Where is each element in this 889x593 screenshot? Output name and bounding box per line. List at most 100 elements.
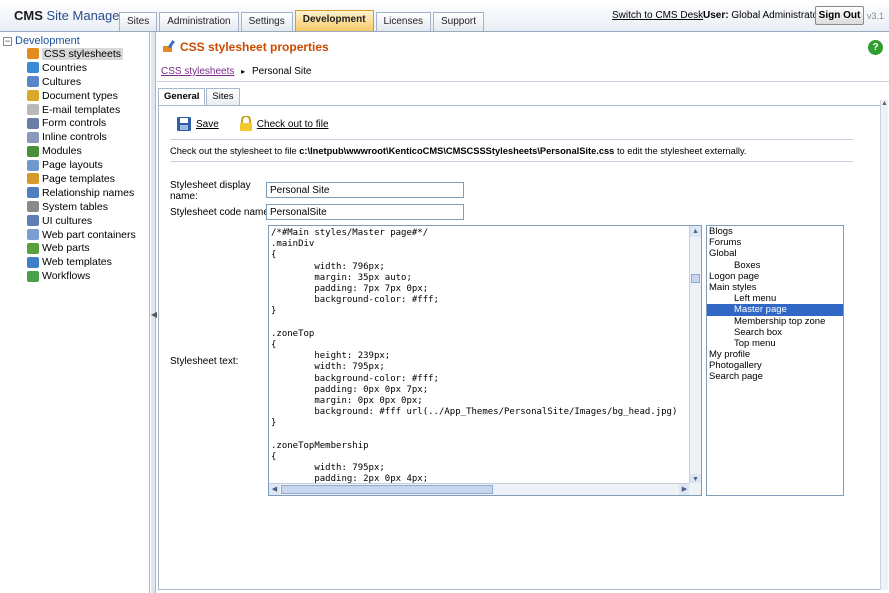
css-stylesheets-icon — [27, 48, 39, 60]
save-icon[interactable] — [176, 116, 192, 132]
tree-item-workflows[interactable]: Workflows — [27, 269, 136, 283]
tree-item-label: Inline controls — [42, 131, 107, 144]
tab-support[interactable]: Support — [433, 12, 485, 31]
top-bar: CMS Site Manager Sites Administration Sett… — [0, 0, 889, 32]
breadcrumb-css-stylesheets[interactable]: CSS stylesheets — [161, 66, 234, 77]
stylesheet-code: /*#Main styles/Master page#*/ .mainDiv {… — [271, 228, 678, 485]
ui-cultures-icon — [27, 215, 39, 227]
tab-administration[interactable]: Administration — [159, 12, 239, 31]
section-item[interactable]: Master page — [707, 304, 843, 316]
tree-item-label: Web parts — [42, 242, 90, 255]
check-out-button[interactable]: Check out to file — [257, 119, 329, 130]
code-name-label: Stylesheet code name: — [170, 207, 272, 218]
panel-splitter[interactable]: ◀ — [151, 32, 157, 593]
lock-icon[interactable] — [239, 116, 253, 132]
tree-item-label: Workflows — [42, 270, 91, 283]
section-item[interactable]: Top menu — [707, 338, 843, 349]
tree-item-inline-controls[interactable]: Inline controls — [27, 130, 136, 144]
collapse-icon[interactable]: − — [3, 36, 12, 46]
user-info: User: Global Administrator — [703, 10, 822, 21]
page-vertical-scrollbar[interactable]: ▲ — [880, 100, 888, 590]
switch-to-desk-link[interactable]: Switch to CMS Desk — [612, 10, 703, 21]
stylesheet-text-editor[interactable]: /*#Main styles/Master page#*/ .mainDiv {… — [268, 225, 702, 496]
tree-item-label: Document types — [42, 89, 118, 102]
editor-vertical-scrollbar[interactable]: ▲ ▼ — [689, 226, 701, 485]
tab-general[interactable]: General — [158, 88, 206, 106]
display-name-input[interactable] — [266, 182, 464, 198]
scroll-left-icon[interactable]: ◀ — [269, 484, 280, 495]
e-mail-templates-icon — [27, 104, 39, 115]
editor-horizontal-scrollbar[interactable]: ◀ ▶ — [269, 483, 690, 495]
tree-root-development[interactable]: − Development — [3, 35, 80, 47]
workflows-icon — [27, 270, 39, 282]
system-tables-icon — [27, 201, 39, 213]
page-header: CSS stylesheet properties ? — [157, 32, 889, 59]
tree-item-label: E-mail templates — [42, 103, 121, 116]
section-item[interactable]: Global — [707, 248, 843, 259]
breadcrumb-divider — [157, 81, 889, 82]
info-divider — [170, 161, 853, 162]
development-tree: − Development CSS stylesheets Countries Cul… — [0, 32, 150, 593]
main-content: CSS stylesheet properties ? CSS styleshe… — [157, 32, 889, 593]
tree-item-cultures[interactable]: Cultures — [27, 75, 136, 89]
section-item[interactable]: Main styles — [707, 282, 843, 293]
scroll-thumb[interactable] — [691, 274, 700, 283]
section-item[interactable]: Membership top zone — [707, 316, 843, 327]
help-icon[interactable]: ? — [868, 40, 883, 55]
tree-item-countries[interactable]: Countries — [27, 61, 136, 75]
tree-item-page-templates[interactable]: Page templates — [27, 172, 136, 186]
tree-item-web-part-containers[interactable]: Web part containers — [27, 228, 136, 242]
scroll-up-icon[interactable]: ▲ — [690, 226, 701, 237]
cultures-icon — [27, 76, 39, 88]
tree-item-label: Page templates — [42, 172, 115, 185]
tree-item-css-stylesheets[interactable]: CSS stylesheets — [27, 47, 136, 61]
page-scroll-up-icon[interactable]: ▲ — [881, 100, 888, 107]
tree-item-web-parts[interactable]: Web parts — [27, 241, 136, 255]
tab-licenses[interactable]: Licenses — [375, 12, 431, 31]
section-item[interactable]: Search page — [707, 371, 843, 382]
section-item[interactable]: Photogallery — [707, 360, 843, 371]
breadcrumb-separator: ▸ — [241, 67, 246, 76]
tree-item-form-controls[interactable]: Form controls — [27, 116, 136, 130]
breadcrumb-current: Personal Site — [251, 66, 312, 77]
tree-item-ui-cultures[interactable]: UI cultures — [27, 214, 136, 228]
section-item[interactable]: Search box — [707, 327, 843, 338]
tree-item-page-layouts[interactable]: Page layouts — [27, 158, 136, 172]
relationship-names-icon — [27, 187, 39, 199]
checkout-info: Check out the stylesheet to file c:\Inet… — [170, 146, 747, 156]
general-panel: Save Check out to file Check out the sty… — [158, 105, 885, 590]
tab-settings[interactable]: Settings — [240, 12, 293, 31]
sign-out-button[interactable]: Sign Out — [815, 6, 864, 25]
tree-item-web-templates[interactable]: Web templates — [27, 255, 136, 269]
tree-item-label: Page layouts — [42, 159, 103, 172]
sub-tabs: General Sites — [158, 88, 241, 106]
tree-item-document-types[interactable]: Document types — [27, 89, 136, 103]
h-scroll-thumb[interactable] — [281, 485, 493, 494]
toolbar-divider — [170, 139, 853, 140]
save-button[interactable]: Save — [196, 119, 219, 130]
stylesheet-text-label: Stylesheet text: — [170, 356, 239, 367]
code-name-input[interactable] — [266, 204, 464, 220]
form-controls-icon — [27, 117, 39, 129]
tree-item-e-mail-templates[interactable]: E-mail templates — [27, 103, 136, 117]
tree-item-modules[interactable]: Modules — [27, 144, 136, 158]
section-item[interactable]: Left menu — [707, 293, 843, 304]
tab-sites[interactable]: Sites — [119, 12, 158, 31]
tab-development[interactable]: Development — [294, 10, 374, 31]
tab-sites[interactable]: Sites — [206, 88, 240, 105]
tree-item-label: Web part containers — [42, 228, 136, 241]
scroll-corner — [689, 483, 701, 495]
document-types-icon — [27, 90, 39, 102]
section-item[interactable]: Logon page — [707, 271, 843, 282]
countries-icon — [27, 62, 39, 74]
section-item[interactable]: Boxes — [707, 260, 843, 271]
modules-icon — [27, 145, 39, 157]
stylesheet-sections-list[interactable]: Blogs Forums Global Boxes Logon page Main sty… — [706, 225, 844, 496]
section-item[interactable]: Blogs — [707, 226, 843, 237]
page-templates-icon — [27, 173, 39, 185]
tree-item-label: CSS stylesheets — [42, 47, 124, 60]
section-item[interactable]: Forums — [707, 237, 843, 248]
tree-item-system-tables[interactable]: System tables — [27, 200, 136, 214]
tree-item-relationship-names[interactable]: Relationship names — [27, 186, 136, 200]
section-item[interactable]: My profile — [707, 349, 843, 360]
